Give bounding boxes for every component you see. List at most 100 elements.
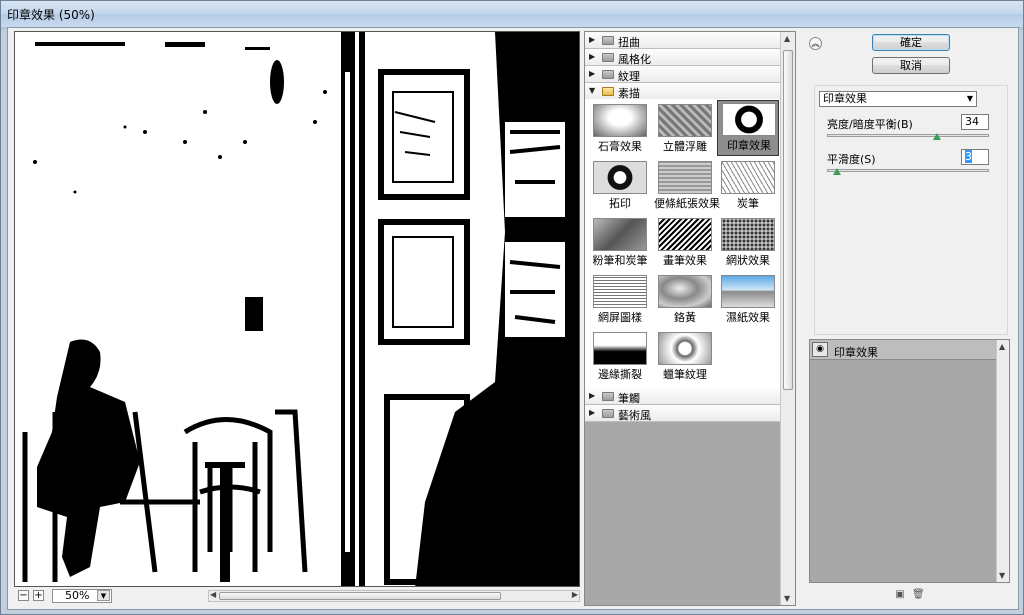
expand-triangle-icon[interactable]: ▶ (589, 391, 595, 400)
filter-select[interactable]: 印章效果 ▼ (819, 91, 977, 107)
scroll-up-icon[interactable]: ▲ (784, 34, 790, 43)
preview-image (15, 32, 579, 586)
filter-caption: 拓印 (609, 197, 631, 210)
filter-tile-charcoal[interactable]: 炭筆 (717, 159, 779, 215)
filter-caption: 立體浮雕 (663, 140, 707, 153)
new-effect-layer-icon[interactable]: ▣ (894, 589, 906, 601)
expand-triangle-icon[interactable]: ▶ (589, 52, 595, 61)
filter-tile-graphic-pen[interactable]: 畫筆效果 (654, 216, 716, 272)
slider-track (827, 169, 989, 172)
category-distort[interactable]: ▶ 扭曲 (585, 32, 780, 49)
collapse-triangle-icon[interactable]: ▼ (589, 86, 595, 95)
filter-thumbnail (722, 103, 776, 136)
expand-triangle-icon[interactable]: ▶ (589, 408, 595, 417)
light-dark-balance-value: 34 (965, 115, 979, 128)
filter-settings-panel: 印章效果 ▼ 亮度/暗度平衡(B) 34 平滑度(S) 3 (814, 85, 1008, 335)
scroll-down-icon[interactable]: ▼ (784, 594, 790, 603)
open-folder-icon (602, 87, 614, 96)
scrollbar-thumb[interactable] (219, 592, 501, 600)
collapse-gallery-button[interactable]: ︽ (809, 37, 822, 50)
filter-tile-plaster[interactable]: 石膏效果 (589, 102, 651, 158)
folder-icon (602, 392, 614, 401)
dialog-client: − + 50% ▼ ◀ ▶ ▶ 扭曲 ▶ 風格化 ▶ 紋理 ▼ 素描 石膏效果 … (7, 27, 1019, 610)
filter-tile-chalk[interactable]: 粉筆和炭筆 (589, 216, 651, 272)
filter-tile-notepaper[interactable]: 便條紙張效果 (654, 159, 720, 215)
filter-caption: 網屏圖樣 (598, 311, 642, 324)
preview-canvas[interactable] (14, 31, 580, 587)
filter-thumbnail (721, 161, 775, 194)
slider-knob[interactable] (832, 168, 841, 175)
category-label: 紋理 (618, 70, 640, 83)
filter-caption: 粉筆和炭筆 (592, 254, 648, 267)
category-stylize[interactable]: ▶ 風格化 (585, 49, 780, 66)
zoom-out-button[interactable]: − (18, 590, 29, 601)
filter-tile-chrome[interactable]: 鉻黃 (654, 273, 716, 329)
filter-caption: 網狀效果 (726, 254, 770, 267)
layers-vertical-scrollbar[interactable]: ▲ ▼ (996, 340, 1009, 582)
filter-tile-torn-edges[interactable]: 邊緣撕裂 (589, 330, 651, 386)
category-artistic[interactable]: ▶ 藝術風 (585, 405, 780, 422)
scroll-up-icon[interactable]: ▲ (999, 342, 1005, 351)
eye-icon[interactable]: ◉ (812, 342, 828, 357)
filter-thumbnail (658, 104, 712, 137)
smoothness-slider[interactable] (827, 167, 989, 175)
zoom-dropdown-button[interactable]: ▼ (97, 590, 110, 601)
filter-caption: 印章效果 (727, 139, 771, 152)
folder-icon (602, 36, 614, 45)
light-dark-balance-label: 亮度/暗度平衡(B) (827, 118, 913, 131)
filter-tile-relief[interactable]: 立體浮雕 (654, 102, 716, 158)
category-label: 風格化 (618, 53, 651, 66)
filter-gallery: ▶ 扭曲 ▶ 風格化 ▶ 紋理 ▼ 素描 石膏效果 立體浮雕 印章效果 拓印 便… (584, 31, 796, 606)
scroll-left-icon[interactable]: ◀ (210, 590, 216, 599)
sketch-filter-thumbnails: 石膏效果 立體浮雕 印章效果 拓印 便條紙張效果 炭筆 粉筆和炭筆 畫筆效果 網… (585, 99, 780, 386)
zoom-in-button[interactable]: + (33, 590, 44, 601)
folder-icon (602, 70, 614, 79)
filter-tile-stamp[interactable]: 印章效果 (717, 100, 779, 156)
filter-tile-halftone[interactable]: 網屏圖樣 (589, 273, 651, 329)
effect-layer-row[interactable]: ◉ 印章效果 (810, 340, 996, 360)
filter-caption: 濕紙效果 (726, 311, 770, 324)
zoom-level-value: 50% (65, 589, 90, 602)
light-dark-balance-slider[interactable] (827, 132, 989, 140)
filter-select-value: 印章效果 (823, 92, 867, 105)
preview-horizontal-scrollbar[interactable]: ◀ ▶ (208, 590, 580, 602)
filter-tile-conte-crayon[interactable]: 蠟筆紋理 (654, 330, 716, 386)
chevron-down-icon: ▼ (966, 94, 973, 103)
filter-thumbnail (721, 218, 775, 251)
category-label: 藝術風 (618, 409, 651, 422)
trash-icon[interactable]: 🗑 (912, 589, 925, 601)
filter-tile-rub[interactable]: 拓印 (589, 159, 651, 215)
filter-thumbnail (593, 218, 647, 251)
filter-caption: 石膏效果 (598, 140, 642, 153)
folder-icon (602, 53, 614, 62)
filter-thumbnail (658, 275, 712, 308)
light-dark-balance-input[interactable]: 34 (961, 114, 989, 130)
filter-caption: 畫筆效果 (663, 254, 707, 267)
scrollbar-thumb[interactable] (783, 50, 793, 390)
cancel-button[interactable]: 取消 (872, 57, 950, 74)
filter-tile-water-paper[interactable]: 濕紙效果 (717, 273, 779, 329)
filter-thumbnail (593, 332, 647, 365)
filter-thumbnail (658, 161, 712, 194)
filter-caption: 蠟筆紋理 (663, 368, 707, 381)
filter-caption: 邊緣撕裂 (598, 368, 642, 381)
slider-knob[interactable] (933, 133, 942, 140)
expand-triangle-icon[interactable]: ▶ (589, 35, 595, 44)
ok-button[interactable]: 確定 (872, 34, 950, 51)
category-brush-strokes[interactable]: ▶ 筆觸 (585, 388, 780, 405)
filter-caption: 鉻黃 (674, 311, 696, 324)
filter-thumbnail (658, 218, 712, 251)
effect-layers-panel: ◉ 印章效果 ▲ ▼ (809, 339, 1010, 583)
filter-gallery-window: 印章效果 (50%) − + 50% ▼ ◀ ▶ ▶ 扭曲 ▶ 風格化 ▶ 紋理… (0, 0, 1024, 615)
scroll-right-icon[interactable]: ▶ (572, 590, 578, 599)
category-sketch[interactable]: ▼ 素描 (585, 83, 780, 100)
category-texture[interactable]: ▶ 紋理 (585, 66, 780, 83)
filter-caption: 炭筆 (737, 197, 759, 210)
smoothness-input[interactable]: 3 (961, 149, 989, 165)
filter-tile-reticulation[interactable]: 網狀效果 (717, 216, 779, 272)
gallery-vertical-scrollbar[interactable]: ▲ ▼ (780, 32, 795, 605)
expand-triangle-icon[interactable]: ▶ (589, 69, 595, 78)
category-label: 筆觸 (618, 392, 640, 405)
scroll-down-icon[interactable]: ▼ (999, 571, 1005, 580)
filter-thumbnail (593, 161, 647, 194)
